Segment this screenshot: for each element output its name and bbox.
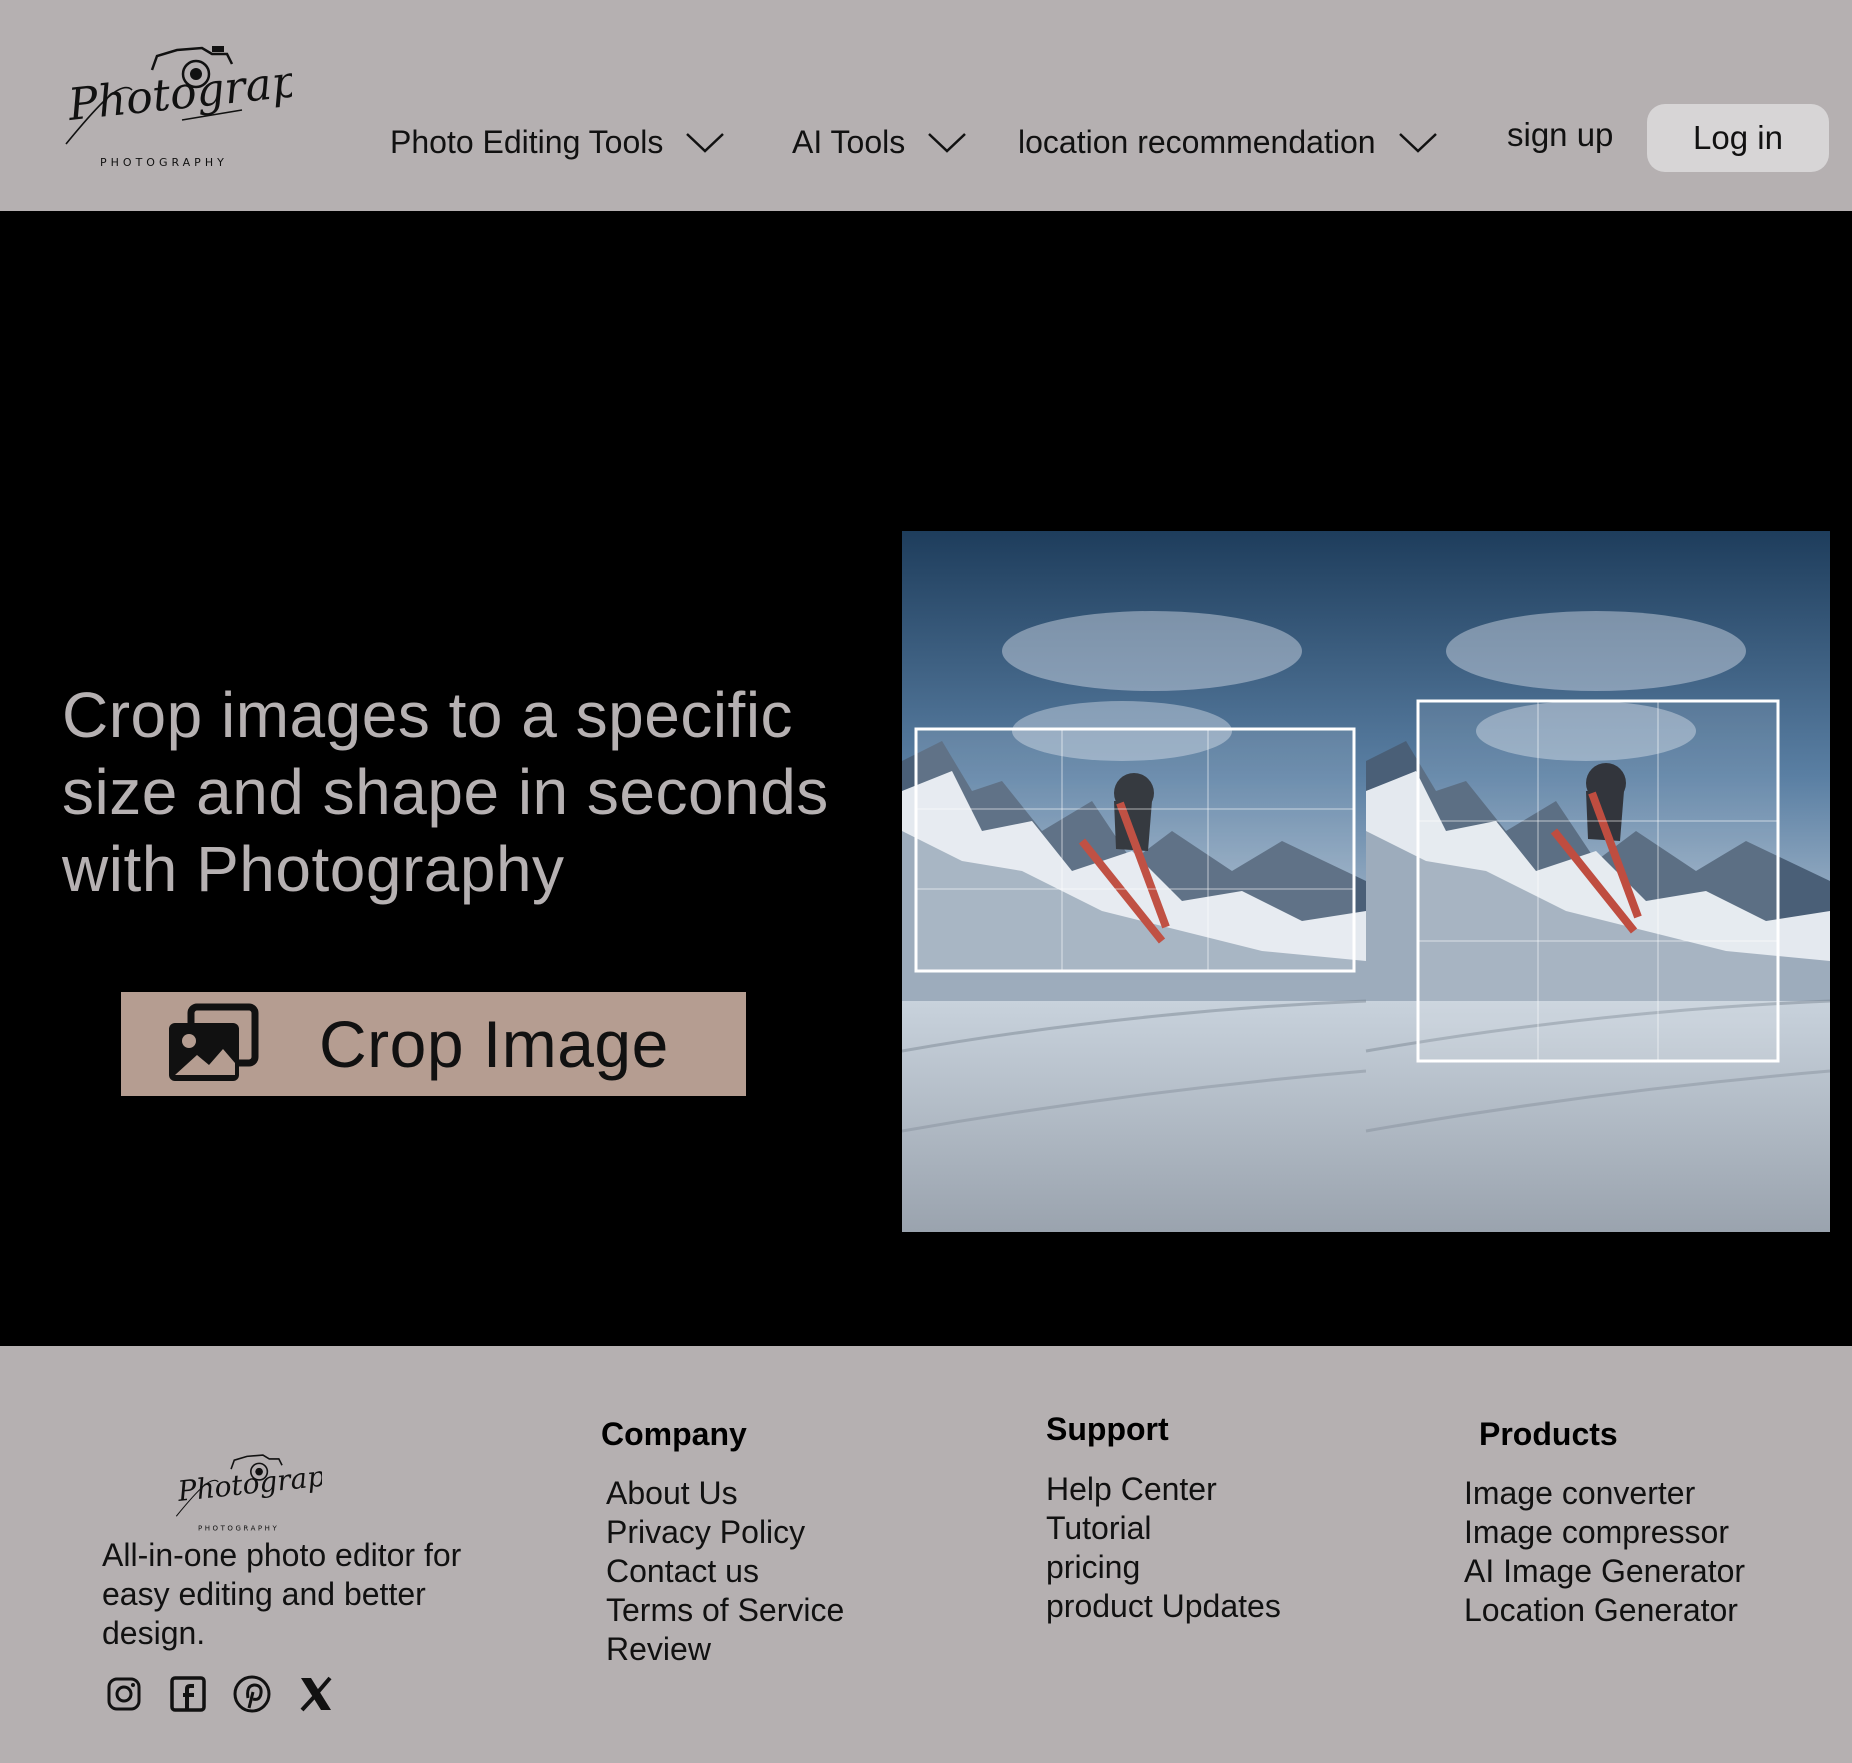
crop-preview-image bbox=[902, 531, 1830, 1232]
footer-heading-company: Company bbox=[601, 1416, 747, 1452]
camera-logo-icon: Photography PHOTOGRAPHY bbox=[175, 1454, 361, 1532]
footer-tagline: All-in-one photo editor for easy editing… bbox=[102, 1537, 462, 1651]
pinterest-icon[interactable] bbox=[232, 1672, 272, 1716]
social-links bbox=[104, 1672, 336, 1716]
photography-logo[interactable]: Photography PHOTOGRAPHY bbox=[62, 40, 356, 175]
footer-photography-logo[interactable]: Photography PHOTOGRAPHY bbox=[172, 1450, 361, 1536]
footer-link-image-converter[interactable]: Image converter bbox=[1464, 1474, 1745, 1513]
crop-preview-illustration bbox=[902, 531, 1830, 1232]
hero-headline: Crop images to a specific size and shape… bbox=[62, 679, 829, 905]
footer-link-location-generator[interactable]: Location Generator bbox=[1464, 1591, 1745, 1630]
chevron-down-icon bbox=[928, 132, 967, 153]
crop-image-label: Crop Image bbox=[319, 1007, 669, 1081]
footer-link-tutorial[interactable]: Tutorial bbox=[1046, 1509, 1281, 1548]
footer-support-links: Help Center Tutorial pricing product Upd… bbox=[1046, 1470, 1281, 1626]
footer-heading-support: Support bbox=[1046, 1411, 1169, 1447]
signup-link[interactable]: sign up bbox=[1507, 116, 1613, 154]
footer-link-review[interactable]: Review bbox=[606, 1630, 844, 1669]
svg-text:Photography: Photography bbox=[65, 50, 292, 131]
footer-heading-products: Products bbox=[1479, 1416, 1618, 1452]
facebook-icon[interactable] bbox=[168, 1672, 208, 1716]
footer-link-contact-us[interactable]: Contact us bbox=[606, 1552, 844, 1591]
footer-link-about-us[interactable]: About Us bbox=[606, 1474, 844, 1513]
images-icon bbox=[169, 1003, 259, 1081]
footer-link-privacy-policy[interactable]: Privacy Policy bbox=[606, 1513, 844, 1552]
svg-text:PHOTOGRAPHY: PHOTOGRAPHY bbox=[198, 1524, 279, 1532]
footer-link-terms-of-service[interactable]: Terms of Service bbox=[606, 1591, 844, 1630]
site-footer: Photography PHOTOGRAPHY All-in-one photo… bbox=[0, 1346, 1852, 1763]
footer-link-help-center[interactable]: Help Center bbox=[1046, 1470, 1281, 1509]
footer-company-links: About Us Privacy Policy Contact us Terms… bbox=[606, 1474, 844, 1669]
footer-link-product-updates[interactable]: product Updates bbox=[1046, 1587, 1281, 1626]
nav-photo-editing-tools[interactable]: Photo Editing Tools bbox=[390, 124, 725, 161]
site-header: Photography PHOTOGRAPHY Photo Editing To… bbox=[0, 0, 1852, 211]
svg-text:PHOTOGRAPHY: PHOTOGRAPHY bbox=[100, 156, 228, 169]
chevron-down-icon bbox=[1398, 132, 1437, 153]
svg-text:Photography: Photography bbox=[175, 1456, 322, 1508]
footer-link-pricing[interactable]: pricing bbox=[1046, 1548, 1281, 1587]
hero-section: Crop images to a specific size and shape… bbox=[0, 211, 1852, 1346]
nav-label: AI Tools bbox=[792, 124, 906, 160]
instagram-icon[interactable] bbox=[104, 1672, 144, 1716]
crop-image-button[interactable]: Crop Image bbox=[121, 992, 746, 1096]
nav-ai-tools[interactable]: AI Tools bbox=[792, 124, 967, 161]
login-button[interactable]: Log in bbox=[1647, 104, 1829, 172]
nav-label: Photo Editing Tools bbox=[390, 124, 664, 160]
footer-link-image-compressor[interactable]: Image compressor bbox=[1464, 1513, 1745, 1552]
x-icon[interactable] bbox=[296, 1672, 336, 1716]
footer-link-ai-image-generator[interactable]: AI Image Generator bbox=[1464, 1552, 1745, 1591]
nav-location-recommendation[interactable]: location recommendation bbox=[1018, 124, 1438, 161]
camera-logo-icon: Photography PHOTOGRAPHY bbox=[65, 46, 356, 169]
nav-label: location recommendation bbox=[1018, 124, 1376, 160]
footer-products-links: Image converter Image compressor AI Imag… bbox=[1464, 1474, 1745, 1630]
chevron-down-icon bbox=[686, 132, 725, 153]
